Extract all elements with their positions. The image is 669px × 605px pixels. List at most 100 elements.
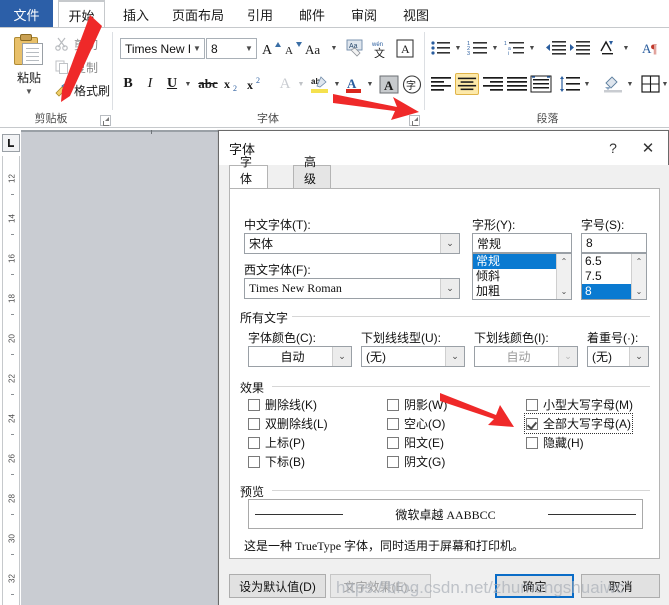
- bold-button[interactable]: B: [118, 74, 138, 94]
- chinese-font-input[interactable]: 宋体 ⌄: [244, 233, 460, 254]
- phonetic-guide-button[interactable]: wén 文: [370, 38, 392, 58]
- numbering-dropdown[interactable]: ▼: [490, 42, 500, 54]
- decrease-indent-button[interactable]: [545, 38, 567, 58]
- ribbon-tab-home[interactable]: 开始: [58, 0, 105, 28]
- effect-outline[interactable]: 空心(O): [387, 415, 445, 432]
- font-style-option[interactable]: 常规: [473, 254, 557, 269]
- scroll-down-icon[interactable]: ⌄: [632, 284, 646, 299]
- change-case-button[interactable]: Aa ▼: [305, 39, 338, 58]
- effect-small-caps[interactable]: 小型大写字母(M): [526, 396, 633, 413]
- checkbox-icon[interactable]: [387, 398, 399, 411]
- tab-advanced[interactable]: 高级(V): [293, 155, 331, 201]
- checkbox-icon[interactable]: [526, 398, 538, 411]
- effect-engrave[interactable]: 阴文(G): [387, 453, 445, 470]
- line-spacing-button[interactable]: [559, 74, 581, 94]
- format-painter-button[interactable]: 格式刷: [54, 80, 110, 100]
- sort-dropdown[interactable]: ▼: [621, 42, 631, 54]
- underline-button[interactable]: U: [162, 74, 182, 94]
- checkbox-icon[interactable]: [248, 455, 260, 468]
- scroll-up-icon[interactable]: ⌃: [632, 254, 646, 269]
- chevron-down-icon[interactable]: ▼: [242, 44, 256, 53]
- character-border-button[interactable]: A: [394, 38, 416, 58]
- underline-style-select[interactable]: (无) ⌄: [361, 346, 465, 367]
- checkbox-icon[interactable]: [526, 417, 538, 430]
- ribbon-tab-page-layout[interactable]: 页面布局: [166, 0, 230, 28]
- distributed-align-button[interactable]: [530, 74, 552, 94]
- font-style-scrollbar[interactable]: ⌃ ⌄: [556, 254, 571, 299]
- font-dialog-launcher-icon[interactable]: [409, 115, 420, 126]
- multilevel-list-dropdown[interactable]: ▼: [527, 42, 537, 54]
- checkbox-icon[interactable]: [387, 436, 399, 449]
- subscript-button[interactable]: x 2: [223, 74, 245, 94]
- tab-font[interactable]: 字体(N): [229, 155, 268, 201]
- latin-font-input[interactable]: Times New Roman ⌄: [244, 278, 460, 299]
- font-style-input[interactable]: 常规: [472, 233, 572, 253]
- font-name-combo[interactable]: Times New F ▼: [120, 38, 205, 59]
- italic-button[interactable]: I: [140, 74, 160, 94]
- multilevel-list-button[interactable]: 1 a i: [504, 38, 526, 58]
- text-highlight-button[interactable]: ab: [309, 74, 331, 94]
- help-button[interactable]: ?: [598, 133, 628, 163]
- ribbon-tab-file[interactable]: 文件: [0, 0, 53, 28]
- font-style-option[interactable]: 加粗: [473, 284, 557, 299]
- superscript-button[interactable]: x 2: [246, 74, 268, 94]
- font-style-listbox[interactable]: 常规 倾斜 加粗 ⌃ ⌄: [472, 253, 572, 300]
- cut-button[interactable]: 剪切: [54, 34, 98, 54]
- show-paragraph-marks-button[interactable]: A ¶: [640, 38, 662, 58]
- ribbon-tab-insert[interactable]: 插入: [114, 0, 158, 28]
- tab-stop-selector[interactable]: [2, 134, 20, 152]
- set-default-button[interactable]: 设为默认值(D): [229, 574, 326, 598]
- ribbon-tab-mailings[interactable]: 邮件: [290, 0, 334, 28]
- effect-shadow[interactable]: 阴影(W): [387, 396, 447, 413]
- increase-indent-button[interactable]: [569, 38, 591, 58]
- paste-dropdown-caret[interactable]: ▼: [25, 88, 33, 96]
- checkbox-icon[interactable]: [248, 398, 260, 411]
- font-style-option[interactable]: 倾斜: [473, 269, 557, 284]
- font-size-listbox[interactable]: 6.5 7.5 8 ⌃ ⌄: [581, 253, 647, 300]
- justify-button[interactable]: [506, 74, 528, 94]
- chevron-down-icon[interactable]: ⌄: [445, 347, 464, 366]
- font-color-dropdown[interactable]: ▼: [365, 78, 375, 90]
- font-dialog-titlebar[interactable]: 字体 ? ✕: [219, 131, 668, 165]
- font-size-input[interactable]: 8: [581, 233, 647, 253]
- align-left-button[interactable]: [430, 74, 452, 94]
- grow-font-button[interactable]: A: [261, 39, 281, 58]
- checkbox-icon[interactable]: [526, 436, 538, 449]
- font-size-option[interactable]: 6.5: [582, 254, 632, 269]
- borders-dropdown[interactable]: ▼: [661, 78, 669, 90]
- effect-subscript[interactable]: 下标(B): [248, 453, 305, 470]
- effect-strikethrough[interactable]: 删除线(K): [248, 396, 317, 413]
- font-size-option[interactable]: 8: [582, 284, 632, 299]
- enclose-character-button[interactable]: 字: [401, 74, 423, 94]
- checkbox-icon[interactable]: [387, 455, 399, 468]
- chevron-down-icon[interactable]: ⌄: [440, 279, 459, 298]
- checkbox-icon[interactable]: [248, 436, 260, 449]
- font-color-button[interactable]: A: [344, 74, 364, 94]
- shading-button[interactable]: [602, 74, 624, 94]
- effect-double-strikethrough[interactable]: 双删除线(L): [248, 415, 328, 432]
- borders-button[interactable]: [640, 74, 662, 94]
- chevron-down-icon[interactable]: ▼: [331, 45, 338, 52]
- strikethrough-button[interactable]: abc: [196, 74, 220, 94]
- font-color-select[interactable]: 自动 ⌄: [248, 346, 352, 367]
- scroll-up-icon[interactable]: ⌃: [557, 254, 571, 269]
- font-size-combo[interactable]: 8 ▼: [206, 38, 257, 59]
- shading-dropdown[interactable]: ▼: [625, 78, 635, 90]
- shrink-font-button[interactable]: A: [283, 39, 303, 58]
- bullets-dropdown[interactable]: ▼: [453, 42, 463, 54]
- copy-button[interactable]: 复制: [54, 57, 98, 77]
- clear-formatting-button[interactable]: Aa: [346, 38, 368, 58]
- chevron-down-icon[interactable]: ⌄: [629, 347, 648, 366]
- font-size-option[interactable]: 7.5: [582, 269, 632, 284]
- character-shading-button[interactable]: A: [378, 74, 400, 94]
- paste-button[interactable]: 粘贴 ▼: [6, 32, 52, 106]
- ribbon-tab-references[interactable]: 引用: [238, 0, 282, 28]
- align-right-button[interactable]: [482, 74, 504, 94]
- numbering-button[interactable]: 1 2 3: [467, 38, 489, 58]
- chevron-down-icon[interactable]: ⌄: [332, 347, 351, 366]
- effect-superscript[interactable]: 上标(P): [248, 434, 305, 451]
- effect-emboss[interactable]: 阳文(E): [387, 434, 444, 451]
- chevron-down-icon[interactable]: ▼: [190, 44, 204, 53]
- sort-button[interactable]: [598, 38, 620, 58]
- vertical-ruler[interactable]: 12 14 16 18 20 22 24 26 28 30 32: [2, 156, 20, 605]
